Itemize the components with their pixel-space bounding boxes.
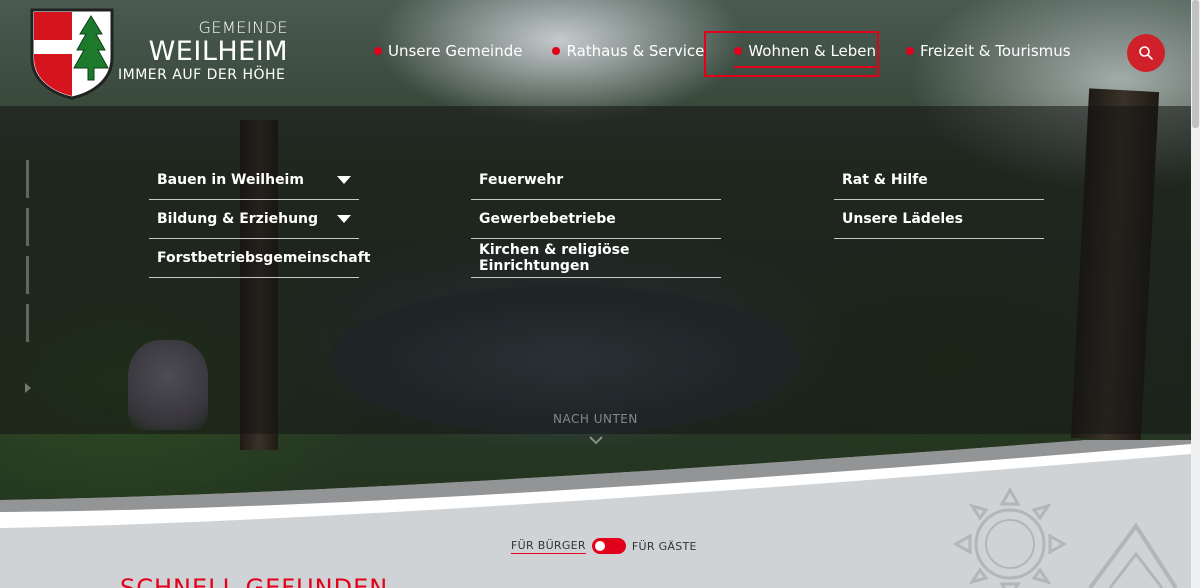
menu-link-label: Rat & Hilfe — [842, 172, 928, 188]
menu-link-bildung[interactable]: Bildung & Erziehung — [149, 200, 359, 239]
bullet-icon — [552, 47, 561, 55]
menu-link-label: Unsere Lädeles — [842, 211, 963, 227]
menu-link-label: Feuerwehr — [479, 172, 564, 188]
main-nav: Unsere Gemeinde Rathaus & Service Wohnen… — [374, 42, 1101, 68]
caret-down-icon[interactable] — [337, 176, 351, 184]
menu-link-kirchen[interactable]: Kirchen & religiöse Einrichtungen — [471, 239, 721, 278]
menu-link-label: Forstbetriebsgemeinschaft — [157, 250, 371, 266]
scrollbar-thumb[interactable] — [1192, 0, 1199, 128]
mega-menu-dropdown: Bauen in Weilheim Bildung & Erziehung Fo… — [0, 106, 1191, 434]
slider-dot[interactable] — [26, 304, 29, 342]
mega-menu-column-3: Rat & Hilfe Unsere Lädeles — [834, 161, 1044, 239]
mega-menu-column-2: Feuerwehr Gewerbebetriebe Kirchen & reli… — [471, 161, 721, 278]
menu-link-forst[interactable]: Forstbetriebsgemeinschaft — [149, 239, 371, 278]
site-header: GEMEINDE WEILHEIM IMMER AUF DER HÖHE Uns… — [0, 0, 1200, 106]
coat-of-arms-icon[interactable] — [28, 6, 116, 100]
menu-link-label: Gewerbebetriebe — [479, 211, 616, 227]
bullet-icon — [906, 47, 915, 55]
slider-dot[interactable] — [26, 160, 29, 198]
sun-mountain-decoration-icon — [952, 486, 1178, 588]
menu-link-label: Kirchen & religiöse Einrichtungen — [479, 242, 630, 274]
nav-item-rathaus-service[interactable]: Rathaus & Service — [552, 42, 704, 60]
menu-link-label: Bauen in Weilheim — [157, 172, 304, 188]
slider-play-icon[interactable] — [25, 383, 31, 393]
menu-link-laedeles[interactable]: Unsere Lädeles — [834, 200, 1044, 239]
nav-item-wohnen-leben[interactable]: Wohnen & Leben — [734, 42, 877, 68]
menu-link-gewerbe[interactable]: Gewerbebetriebe — [471, 200, 721, 239]
logo-tagline: IMMER AUF DER HÖHE — [118, 67, 286, 83]
toggle-label-gaeste[interactable]: FÜR GÄSTE — [632, 540, 697, 553]
search-icon — [1139, 46, 1153, 60]
bullet-icon — [734, 47, 743, 55]
search-button[interactable] — [1127, 34, 1165, 72]
bullet-icon — [374, 47, 382, 55]
nav-item-freizeit-tourismus[interactable]: Freizeit & Tourismus — [906, 42, 1071, 60]
slider-pagination — [26, 160, 29, 352]
slider-dot[interactable] — [26, 256, 29, 294]
scroll-down-label[interactable]: NACH UNTEN — [553, 412, 638, 426]
section-title: SCHNELL GEFUNDEN — [120, 574, 389, 588]
site-logo[interactable]: GEMEINDE WEILHEIM IMMER AUF DER HÖHE — [118, 18, 288, 83]
nav-label: Wohnen & Leben — [748, 42, 877, 60]
menu-link-feuerwehr[interactable]: Feuerwehr — [471, 161, 721, 200]
caret-down-icon[interactable] — [337, 215, 351, 223]
menu-link-label: Bildung & Erziehung — [157, 211, 319, 227]
page-scrollbar[interactable] — [1191, 0, 1200, 588]
switch-knob — [594, 541, 605, 551]
mega-menu-column-1: Bauen in Weilheim Bildung & Erziehung Fo… — [149, 161, 371, 278]
logo-small-text: GEMEINDE — [198, 18, 288, 37]
audience-switch[interactable] — [591, 538, 626, 554]
nav-label: Freizeit & Tourismus — [920, 42, 1071, 60]
nav-item-unsere-gemeinde[interactable]: Unsere Gemeinde — [374, 42, 522, 60]
audience-toggle: FÜR BÜRGER FÜR GÄSTE — [511, 538, 697, 554]
toggle-label-buerger[interactable]: FÜR BÜRGER — [511, 539, 586, 554]
nav-label: Rathaus & Service — [566, 42, 705, 60]
menu-link-bauen[interactable]: Bauen in Weilheim — [149, 161, 359, 200]
slider-dot[interactable] — [26, 208, 29, 246]
nav-label: Unsere Gemeinde — [388, 42, 523, 60]
logo-name: WEILHEIM — [148, 36, 288, 67]
menu-link-rat-hilfe[interactable]: Rat & Hilfe — [834, 161, 1044, 200]
